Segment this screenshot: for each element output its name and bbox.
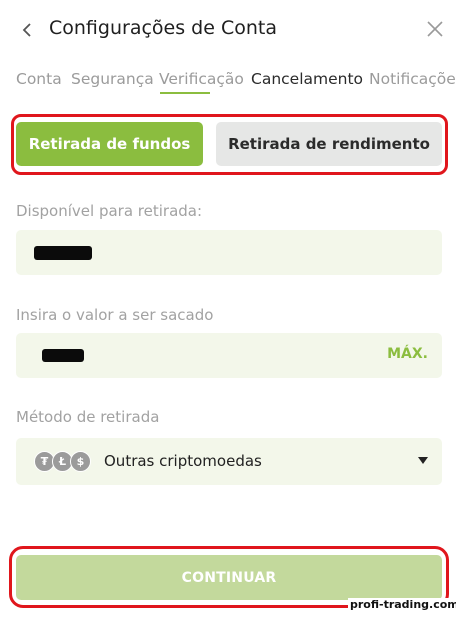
header: Configurações de Conta — [0, 0, 456, 60]
close-icon[interactable] — [426, 20, 444, 38]
withdraw-earnings-button[interactable]: Retirada de rendimento — [216, 122, 442, 166]
withdraw-funds-button[interactable]: Retirada de fundos — [16, 122, 203, 166]
available-label: Disponível para retirada: — [16, 202, 203, 220]
usdc-icon: $ — [70, 451, 91, 472]
watermark: profi-trading.com — [348, 598, 456, 611]
amount-label: Insira o valor a ser sacado — [16, 306, 214, 324]
tab-notificacoes[interactable]: Notificações — [369, 70, 456, 88]
method-label: Método de retirada — [16, 408, 160, 426]
tab-cancelamento[interactable]: Cancelamento — [251, 70, 363, 88]
tab-verificacao[interactable]: Verificação — [159, 70, 244, 88]
chevron-left-icon[interactable] — [20, 20, 34, 40]
settings-tabs: Conta Segurança Verificação Cancelamento… — [16, 70, 456, 96]
tab-seguranca[interactable]: Segurança — [71, 70, 154, 88]
withdraw-method-value: Outras criptomoedas — [104, 452, 262, 470]
active-tab-indicator — [160, 92, 210, 94]
redacted-amount-value — [42, 349, 84, 362]
redacted-available-value — [34, 246, 92, 260]
page-title: Configurações de Conta — [49, 17, 277, 39]
caret-down-icon — [418, 457, 428, 464]
available-value-field — [16, 230, 442, 275]
max-button[interactable]: MÁX. — [387, 346, 428, 362]
continue-button[interactable]: CONTINUAR — [16, 555, 442, 600]
tab-conta[interactable]: Conta — [16, 70, 62, 88]
amount-input[interactable]: MÁX. — [16, 333, 442, 378]
withdraw-method-select[interactable]: ₮ Ł $ Outras criptomoedas — [16, 438, 442, 485]
